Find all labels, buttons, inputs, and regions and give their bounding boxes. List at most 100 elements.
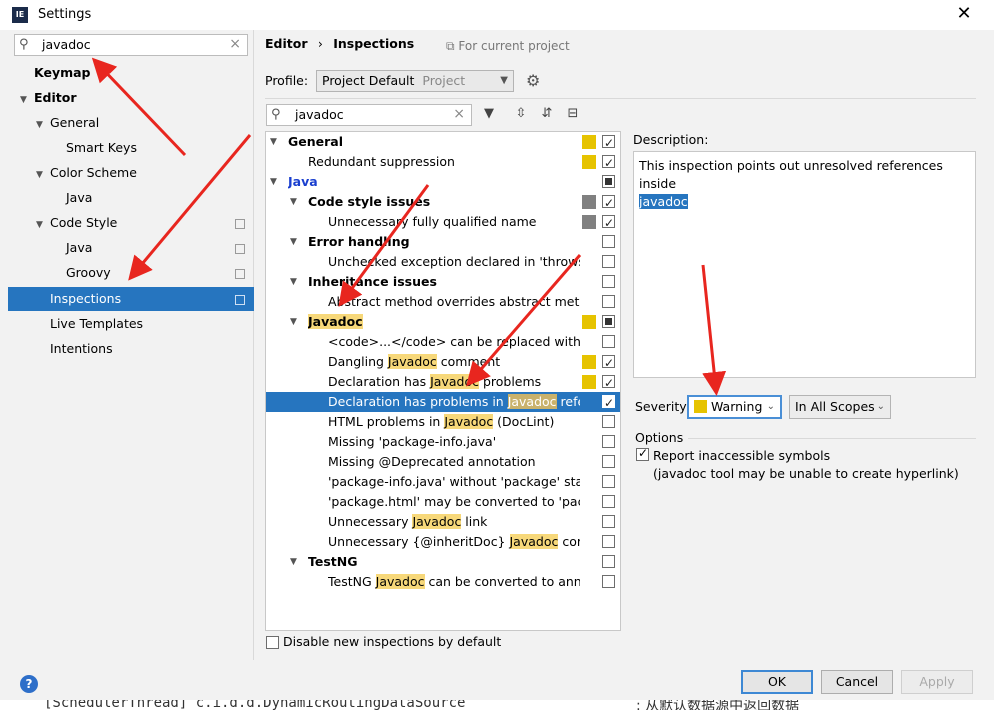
cancel-button[interactable]: Cancel: [821, 670, 893, 694]
sidebar-item-inspections[interactable]: Inspections: [50, 287, 121, 311]
sidebar-item-code-java[interactable]: Java: [66, 236, 92, 260]
expand-arrow-icon[interactable]: ▼: [270, 172, 277, 192]
filter-icon[interactable]: ▼: [480, 105, 498, 123]
inspection-row[interactable]: Declaration has Javadoc problems: [266, 372, 620, 393]
report-inaccessible-checkbox[interactable]: [636, 446, 649, 461]
expand-arrow-icon[interactable]: ▼: [270, 132, 277, 152]
clear-search-icon[interactable]: ×: [229, 36, 241, 52]
inspection-row[interactable]: ▼ Java: [266, 172, 620, 192]
inspection-row[interactable]: Missing @Deprecated annotation: [266, 452, 620, 472]
inspection-enabled-checkbox[interactable]: [602, 153, 615, 173]
label-part: Missing 'package-info.java': [328, 434, 497, 449]
inspection-enabled-checkbox[interactable]: [602, 373, 615, 393]
expand-arrow-icon[interactable]: ▼: [290, 312, 297, 332]
inspection-row[interactable]: ▼ General: [266, 132, 620, 153]
inspection-enabled-checkbox[interactable]: [602, 455, 615, 468]
background-code-text: [SchedulerThread] c.i.d.d.DynamicRouting…: [44, 700, 466, 710]
sidebar-item-intentions[interactable]: Intentions: [50, 337, 113, 361]
profile-dropdown[interactable]: Project Default Project ▼: [316, 70, 514, 92]
sidebar-item-code-style[interactable]: ▼ Code Style: [36, 211, 117, 235]
inspection-row[interactable]: Dangling Javadoc comment: [266, 352, 620, 373]
profile-name: Project Default: [322, 73, 415, 88]
inspection-enabled-checkbox[interactable]: [602, 555, 615, 568]
inspection-enabled-checkbox[interactable]: [602, 415, 615, 428]
sidebar-item-live-templates[interactable]: Live Templates: [50, 312, 143, 336]
inspection-enabled-checkbox[interactable]: [602, 393, 615, 413]
label-part: Unchecked exception declared in 'throws'…: [328, 254, 580, 269]
severity-dropdown[interactable]: Warning ⌄: [687, 395, 782, 419]
expand-arrow-icon[interactable]: ▼: [290, 192, 297, 212]
inspection-row[interactable]: Unnecessary {@inheritDoc} Javadoc comme: [266, 532, 620, 552]
close-icon[interactable]: ✕: [954, 3, 974, 25]
apply-button[interactable]: Apply: [901, 670, 973, 694]
inspection-enabled-checkbox[interactable]: [602, 575, 615, 588]
expand-all-icon[interactable]: ⇳: [512, 105, 530, 123]
background-console: [SchedulerThread] c.i.d.d.DynamicRouting…: [0, 700, 994, 710]
clear-filter-icon[interactable]: ×: [453, 106, 465, 122]
sidebar-item-color-scheme[interactable]: ▼ Color Scheme: [36, 161, 137, 185]
inspection-enabled-checkbox[interactable]: [602, 475, 615, 488]
sidebar-item-editor[interactable]: ▼ Editor: [20, 86, 77, 110]
sidebar-item-smart-keys[interactable]: Smart Keys: [66, 136, 137, 160]
inspection-row[interactable]: 'package-info.java' without 'package' st…: [266, 472, 620, 492]
inspection-row[interactable]: Missing 'package-info.java': [266, 432, 620, 452]
inspection-enabled-checkbox[interactable]: [602, 255, 615, 268]
inspection-row[interactable]: Unchecked exception declared in 'throws'…: [266, 252, 620, 272]
disable-new-inspections-checkbox[interactable]: [266, 636, 279, 649]
inspection-enabled-checkbox[interactable]: [602, 275, 615, 288]
breadcrumb-parent[interactable]: Editor: [265, 36, 308, 51]
scope-dropdown[interactable]: In All Scopes ⌄: [789, 395, 891, 419]
expand-arrow-icon[interactable]: ▼: [36, 113, 50, 137]
expand-arrow-icon[interactable]: ▼: [36, 163, 50, 187]
inspection-enabled-checkbox[interactable]: [602, 175, 615, 188]
inspection-label: Unnecessary fully qualified name: [328, 212, 580, 232]
expand-arrow-icon[interactable]: ▼: [290, 272, 297, 292]
inspection-row[interactable]: Unnecessary fully qualified name: [266, 212, 620, 233]
sidebar-item-code-groovy[interactable]: Groovy: [66, 261, 111, 285]
severity-color-icon: [582, 135, 596, 149]
inspection-row[interactable]: ▼ Error handling: [266, 232, 620, 252]
inspection-enabled-checkbox[interactable]: [602, 193, 615, 213]
inspection-row[interactable]: ▼ Javadoc: [266, 312, 620, 332]
inspection-enabled-checkbox[interactable]: [602, 515, 615, 528]
inspection-enabled-checkbox[interactable]: [602, 295, 615, 308]
settings-search-input[interactable]: ⚲ javadoc ×: [14, 34, 248, 56]
inspection-enabled-checkbox[interactable]: [602, 235, 615, 248]
inspection-row[interactable]: ▼ Inheritance issues: [266, 272, 620, 292]
inspection-enabled-checkbox[interactable]: [602, 315, 615, 328]
inspection-row[interactable]: Abstract method overrides abstract metho: [266, 292, 620, 312]
inspection-row[interactable]: ▼ Code style issues: [266, 192, 620, 213]
inspection-enabled-checkbox[interactable]: [602, 353, 615, 373]
inspection-row[interactable]: <code>...</code> can be replaced with {@: [266, 332, 620, 352]
inspection-enabled-checkbox[interactable]: [602, 213, 615, 233]
help-button[interactable]: ?: [20, 675, 38, 693]
inspection-row[interactable]: TestNG Javadoc can be converted to annot: [266, 572, 620, 592]
inspection-row[interactable]: HTML problems in Javadoc (DocLint): [266, 412, 620, 432]
inspection-row[interactable]: Unnecessary Javadoc link: [266, 512, 620, 532]
inspection-enabled-checkbox[interactable]: [602, 535, 615, 548]
label-part: General: [288, 134, 343, 149]
sidebar-item-color-java[interactable]: Java: [66, 186, 92, 210]
sidebar-item-general[interactable]: ▼ General: [36, 111, 99, 135]
inspection-row[interactable]: Redundant suppression: [266, 152, 620, 173]
inspection-enabled-checkbox[interactable]: [602, 495, 615, 508]
inspection-enabled-checkbox[interactable]: [602, 133, 615, 153]
inspection-enabled-checkbox[interactable]: [602, 335, 615, 348]
inspection-label: General: [288, 132, 580, 152]
breadcrumb: Editor › Inspections: [265, 36, 414, 51]
inspection-row[interactable]: ▼ TestNG: [266, 552, 620, 572]
collapse-all-icon[interactable]: ⇵: [538, 105, 556, 123]
expand-arrow-icon[interactable]: ▼: [290, 232, 297, 252]
inspection-enabled-checkbox[interactable]: [602, 435, 615, 448]
inspection-row[interactable]: Declaration has problems in Javadoc refe…: [266, 392, 620, 413]
ok-button[interactable]: OK: [741, 670, 813, 694]
sidebar-item-keymap[interactable]: Keymap: [34, 61, 91, 85]
for-current-project-text: For current project: [458, 39, 570, 53]
expand-arrow-icon[interactable]: ▼: [20, 88, 34, 112]
gear-icon[interactable]: ⚙: [526, 71, 540, 90]
inspection-filter-input[interactable]: ⚲ javadoc ×: [266, 104, 472, 126]
expand-arrow-icon[interactable]: ▼: [36, 213, 50, 237]
expand-arrow-icon[interactable]: ▼: [290, 552, 297, 572]
reset-icon[interactable]: ⊟: [564, 105, 582, 123]
inspection-row[interactable]: 'package.html' may be converted to 'pack…: [266, 492, 620, 512]
